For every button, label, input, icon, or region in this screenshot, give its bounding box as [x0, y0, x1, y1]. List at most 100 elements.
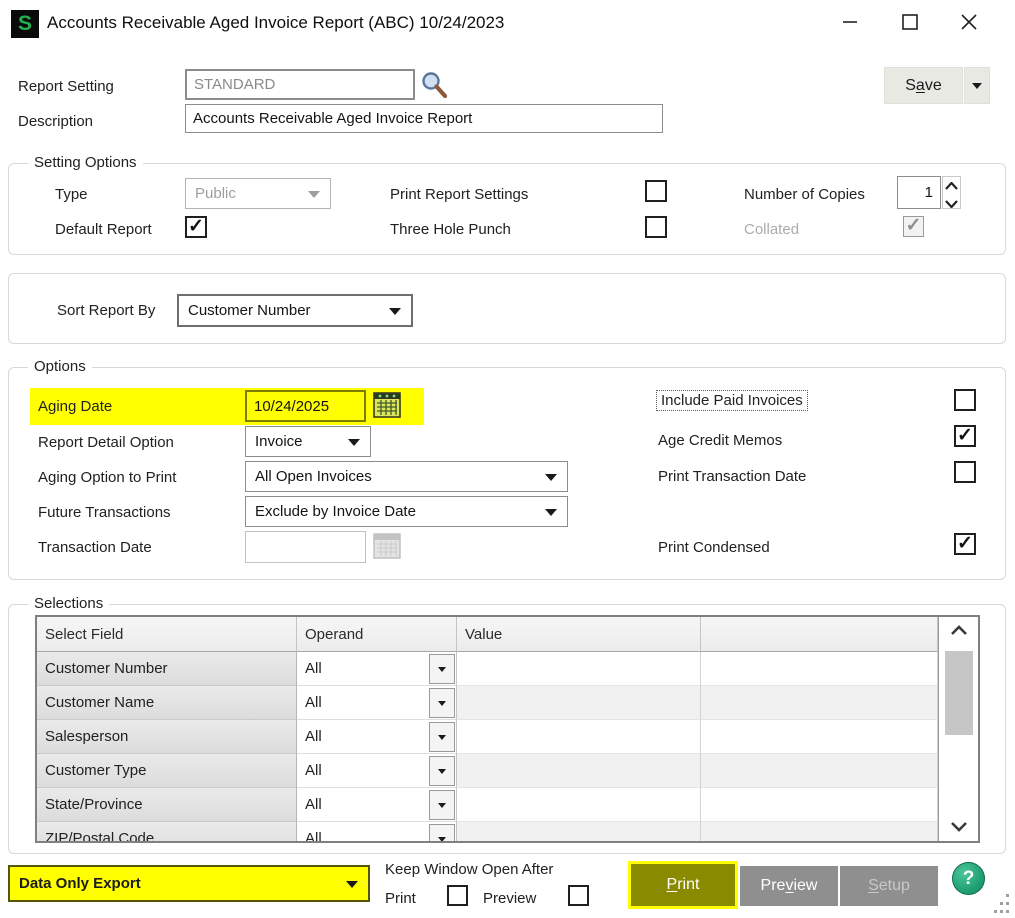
minimize-button[interactable] — [833, 8, 867, 40]
sort-report-by-dropdown[interactable]: Customer Number — [177, 294, 413, 327]
chevron-down-icon — [438, 735, 446, 740]
maximize-button[interactable] — [893, 8, 927, 40]
print-button-label: Print — [667, 876, 700, 894]
aging-option-to-print-label: Aging Option to Print — [38, 469, 176, 486]
preview-button[interactable]: Preview — [740, 866, 838, 906]
save-split-dropdown-button[interactable] — [964, 67, 990, 104]
chevron-down-icon — [945, 195, 958, 213]
default-report-label: Default Report — [55, 221, 152, 238]
report-setting-lookup-button[interactable] — [419, 70, 449, 100]
collated-label: Collated — [744, 221, 799, 238]
extra-cell — [701, 788, 938, 822]
operand-dropdown-button[interactable] — [429, 790, 455, 820]
transaction-date-input[interactable] — [245, 531, 366, 563]
description-label: Description — [18, 113, 93, 130]
scrollbar-thumb[interactable] — [945, 651, 973, 735]
include-paid-invoices-checkbox[interactable] — [954, 389, 976, 411]
three-hole-punch-checkbox[interactable] — [645, 216, 667, 238]
table-row-field: Customer Number — [37, 652, 297, 686]
close-button[interactable] — [952, 8, 986, 40]
aging-date-calendar-button[interactable] — [373, 390, 402, 421]
save-button[interactable]: Save — [884, 67, 963, 104]
number-of-copies-input[interactable]: 1 — [897, 176, 941, 209]
value-cell[interactable] — [457, 788, 701, 822]
help-icon: ? — [963, 868, 975, 890]
number-of-copies-label: Number of Copies — [744, 186, 865, 203]
number-of-copies-stepper[interactable] — [942, 176, 961, 209]
table-scrollbar[interactable] — [938, 617, 978, 841]
sort-report-by-label: Sort Report By — [57, 302, 155, 319]
table-row-field: Customer Type — [37, 754, 297, 788]
keep-preview-checkbox[interactable] — [568, 885, 589, 906]
age-credit-memos-checkbox[interactable]: ✓ — [954, 425, 976, 447]
print-transaction-date-checkbox[interactable] — [954, 461, 976, 483]
chevron-down-icon — [950, 819, 968, 836]
extra-cell — [701, 720, 938, 754]
checkmark: ✓ — [188, 217, 204, 236]
calendar-icon — [373, 549, 402, 566]
app-icon: S — [11, 10, 39, 38]
value-cell[interactable] — [457, 720, 701, 754]
chevron-down-icon — [438, 803, 446, 808]
type-label: Type — [55, 186, 88, 203]
extra-cell — [701, 652, 938, 686]
transaction-date-label: Transaction Date — [38, 539, 152, 556]
report-detail-option-label: Report Detail Option — [38, 434, 174, 451]
report-dialog-window: S Accounts Receivable Aged Invoice Repor… — [0, 0, 1015, 918]
aging-date-input[interactable]: 10/24/2025 — [245, 390, 366, 422]
checkmark: ✓ — [906, 216, 922, 235]
table-row-field: Customer Name — [37, 686, 297, 720]
value-cell[interactable] — [457, 652, 701, 686]
type-dropdown: Public — [185, 178, 331, 209]
operand-dropdown-button[interactable] — [429, 824, 455, 843]
print-condensed-checkbox[interactable]: ✓ — [954, 533, 976, 555]
column-header-select-field: Select Field — [37, 617, 297, 652]
print-button[interactable]: Print — [628, 861, 738, 909]
value-cell[interactable] — [457, 686, 701, 720]
future-transactions-dropdown[interactable]: Exclude by Invoice Date — [245, 496, 568, 527]
preview-button-label: Preview — [761, 877, 818, 895]
value-cell[interactable] — [457, 822, 701, 843]
description-input[interactable]: Accounts Receivable Aged Invoice Report — [185, 104, 663, 133]
setup-button: Setup — [840, 866, 938, 906]
operand-dropdown-button[interactable] — [429, 756, 455, 786]
keep-print-label: Print — [385, 890, 416, 907]
chevron-up-icon — [945, 177, 958, 195]
age-credit-memos-label: Age Credit Memos — [658, 432, 782, 449]
operand-dropdown-button[interactable] — [429, 722, 455, 752]
setting-options-legend: Setting Options — [28, 154, 143, 171]
aging-date-label: Aging Date — [38, 398, 112, 415]
titlebar: S Accounts Receivable Aged Invoice Repor… — [0, 0, 1015, 48]
report-setting-input[interactable]: STANDARD — [185, 69, 415, 100]
minimize-icon — [842, 14, 858, 35]
column-header-value: Value — [457, 617, 701, 652]
collated-checkbox: ✓ — [903, 216, 924, 237]
extra-cell — [701, 822, 938, 843]
maximize-icon — [901, 13, 919, 36]
calendar-icon — [373, 408, 402, 425]
default-report-checkbox[interactable]: ✓ — [185, 216, 207, 238]
chevron-down-icon — [438, 701, 446, 706]
setup-button-label: Setup — [868, 877, 910, 895]
export-option-dropdown[interactable]: Data Only Export — [8, 865, 370, 902]
column-header-blank — [701, 617, 938, 652]
keep-preview-label: Preview — [483, 890, 536, 907]
aging-option-to-print-dropdown[interactable]: All Open Invoices — [245, 461, 568, 492]
chevron-down-icon — [438, 837, 446, 842]
chevron-down-icon — [308, 191, 320, 198]
checkmark: ✓ — [957, 534, 973, 553]
value-cell[interactable] — [457, 754, 701, 788]
selections-table: Select Field Operand Value Customer Numb… — [35, 615, 980, 843]
chevron-up-icon — [950, 623, 968, 640]
operand-dropdown-button[interactable] — [429, 654, 455, 684]
help-button[interactable]: ? — [952, 862, 985, 895]
print-report-settings-label: Print Report Settings — [390, 186, 528, 203]
report-detail-option-dropdown[interactable]: Invoice — [245, 426, 371, 457]
scrollbar-up-button[interactable] — [939, 623, 979, 641]
keep-print-checkbox[interactable] — [447, 885, 468, 906]
three-hole-punch-label: Three Hole Punch — [390, 221, 511, 238]
keep-window-open-label: Keep Window Open After — [385, 861, 553, 878]
operand-dropdown-button[interactable] — [429, 688, 455, 718]
print-report-settings-checkbox[interactable] — [645, 180, 667, 202]
scrollbar-down-button[interactable] — [939, 819, 979, 837]
